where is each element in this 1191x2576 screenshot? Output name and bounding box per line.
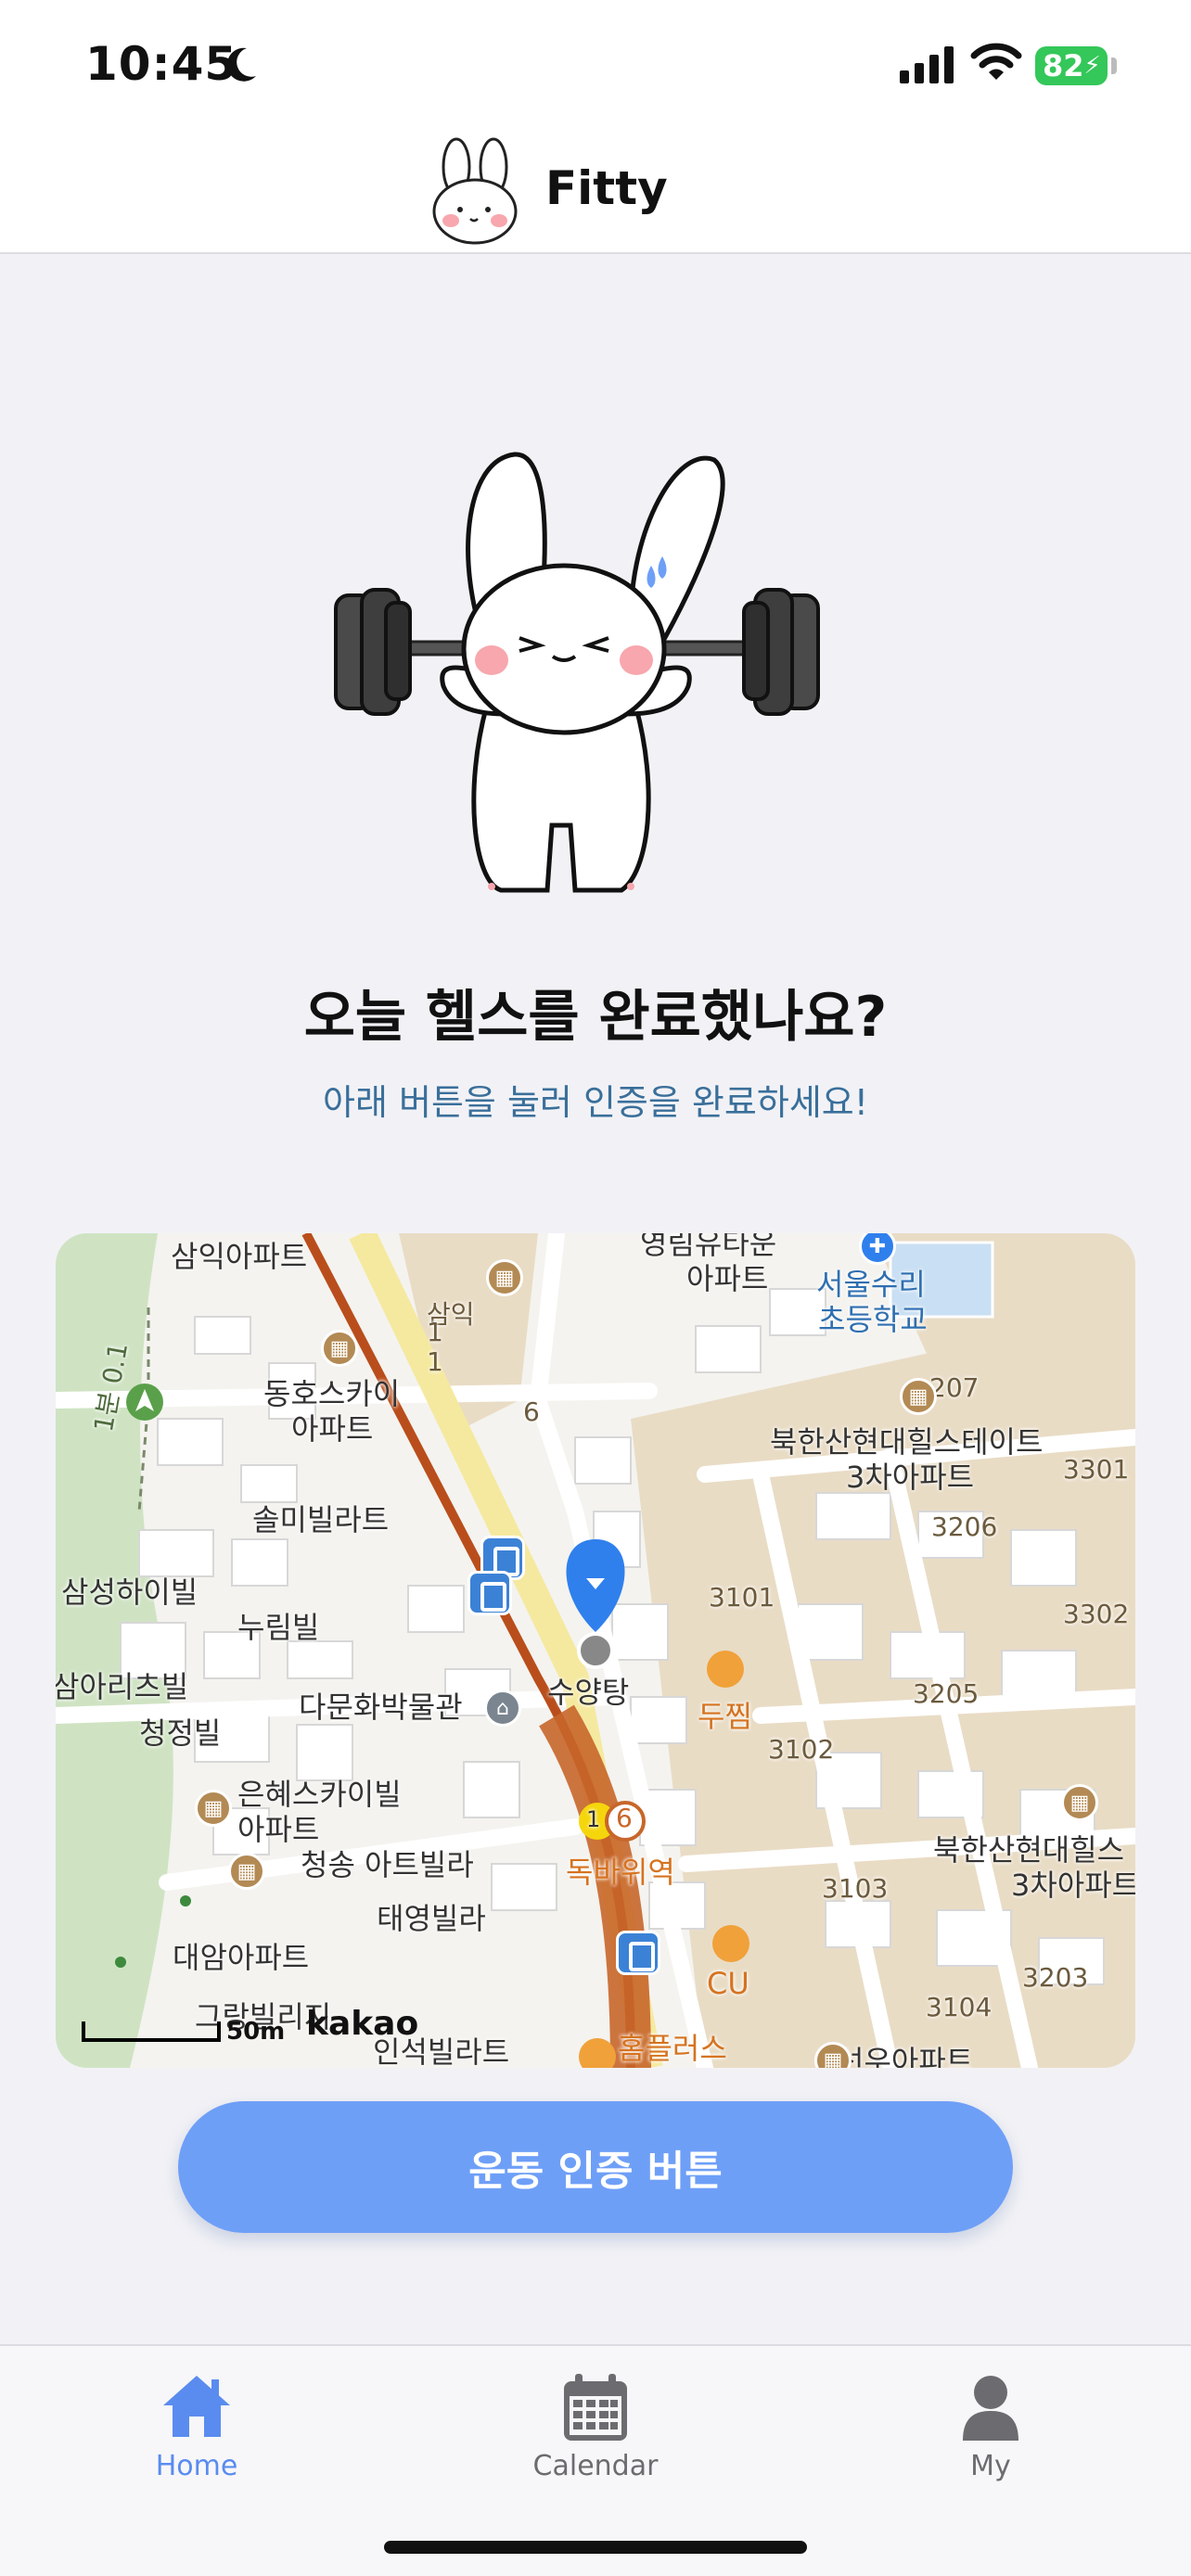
bus-stop-icon[interactable] — [467, 1571, 512, 1615]
map-view[interactable]: 삼익아파트 삼익 동호스카이 아파트 솔미빌라트 삼성하이빌 누림빌 다문화박물… — [56, 1233, 1135, 2068]
battery-icon: 82 ⚡ — [1035, 46, 1108, 85]
map-label: 아파트 — [686, 1261, 769, 1296]
status-time: 10:45 — [85, 37, 238, 91]
map-label: 3205 — [913, 1678, 980, 1709]
wifi-icon — [970, 43, 1022, 80]
moon-icon — [226, 47, 256, 82]
map-label: 6 — [523, 1396, 540, 1427]
map-label: 아파트 — [291, 1411, 374, 1447]
map-label: 두찜 — [698, 1699, 752, 1734]
museum-icon: ⌂ — [484, 1690, 521, 1727]
scale-bar — [82, 2021, 221, 2042]
map-label: 3203 — [1022, 1962, 1089, 1993]
kakao-logo: kakao — [306, 2005, 419, 2043]
apartment-icon: ▦ — [321, 1330, 358, 1367]
map-label: 삼익아파트 — [171, 1239, 308, 1274]
map-label: 3차아파트 — [1011, 1868, 1135, 1903]
bunny-lifting-barbell — [334, 452, 820, 893]
map-label: 다문화박물관 — [299, 1690, 463, 1725]
tab-home-label: Home — [155, 2450, 238, 2482]
signal-icon — [900, 46, 954, 83]
apartment-icon: ▦ — [900, 1378, 937, 1415]
scale-label: 50m — [226, 2018, 286, 2046]
battery-level: 82 — [1043, 48, 1084, 83]
map-label: 홈플러스 — [618, 2031, 727, 2066]
bunny-logo — [432, 137, 518, 245]
map-label: 선우아파트 — [837, 2044, 974, 2068]
map-label: 1 — [427, 1317, 443, 1347]
map-label: 태영빌라 — [377, 1901, 486, 1936]
home-indicator — [384, 2541, 807, 2554]
tab-calendar-label: Calendar — [532, 2450, 659, 2482]
map-label: 독바위역 — [566, 1855, 675, 1890]
map-label: 솔미빌라트 — [252, 1502, 390, 1537]
home-icon — [163, 2376, 230, 2437]
app-header: Fitty — [0, 130, 1191, 254]
tab-calendar[interactable]: Calendar — [493, 2361, 698, 2500]
map-label: 3차아파트 — [846, 1460, 975, 1495]
calendar-icon — [564, 2374, 627, 2441]
apartment-icon: ▦ — [228, 1853, 265, 1890]
map-label: 3301 — [1063, 1454, 1130, 1485]
status-bar: 10:45 82 ⚡ — [0, 0, 1191, 130]
map-label: 누림빌 — [237, 1610, 320, 1645]
apartment-icon: ▦ — [486, 1259, 523, 1296]
map-label: 3102 — [768, 1734, 835, 1765]
tab-my[interactable]: My — [889, 2361, 1093, 2500]
bus-stop-icon[interactable] — [616, 1931, 660, 1975]
subway-badge: 1 — [586, 1806, 601, 1832]
map-label: 3103 — [822, 1873, 889, 1904]
map-label: 1 — [427, 1346, 443, 1377]
map-label: 삼성하이빌 — [61, 1575, 198, 1610]
tab-home[interactable]: Home — [95, 2361, 299, 2500]
map-label: 삼아리츠빌 — [56, 1669, 189, 1704]
battery-cap — [1111, 57, 1117, 74]
app-title: Fitty — [545, 161, 668, 215]
map-label: 청정빌 — [139, 1715, 222, 1751]
headline: 오늘 헬스를 완료했나요? — [303, 985, 888, 1050]
apartment-icon: ▦ — [195, 1790, 232, 1827]
tab-my-label: My — [970, 2450, 1011, 2482]
map-label: 3101 — [709, 1582, 775, 1613]
map-label: 3302 — [1063, 1599, 1130, 1629]
map-label: 3206 — [931, 1511, 998, 1542]
current-location-label: 수양탕 — [547, 1675, 630, 1710]
map-label: 청송 아트빌라 — [301, 1847, 474, 1882]
map-label: 207 — [929, 1372, 980, 1403]
map-label: CU — [707, 1966, 749, 2001]
map-label: 3104 — [926, 1992, 992, 2022]
workout-verify-button[interactable]: 운동 인증 버튼 — [178, 2101, 1013, 2233]
apartment-icon: ▦ — [1061, 1784, 1098, 1821]
user-icon — [963, 2376, 1018, 2441]
subline: 아래 버튼을 눌러 인증을 완료하세요! — [323, 1082, 868, 1123]
map-label: 대암아파트 — [173, 1940, 310, 1975]
subway-badge: 6 — [616, 1803, 633, 1833]
map-label: 초등학교 — [818, 1302, 928, 1337]
